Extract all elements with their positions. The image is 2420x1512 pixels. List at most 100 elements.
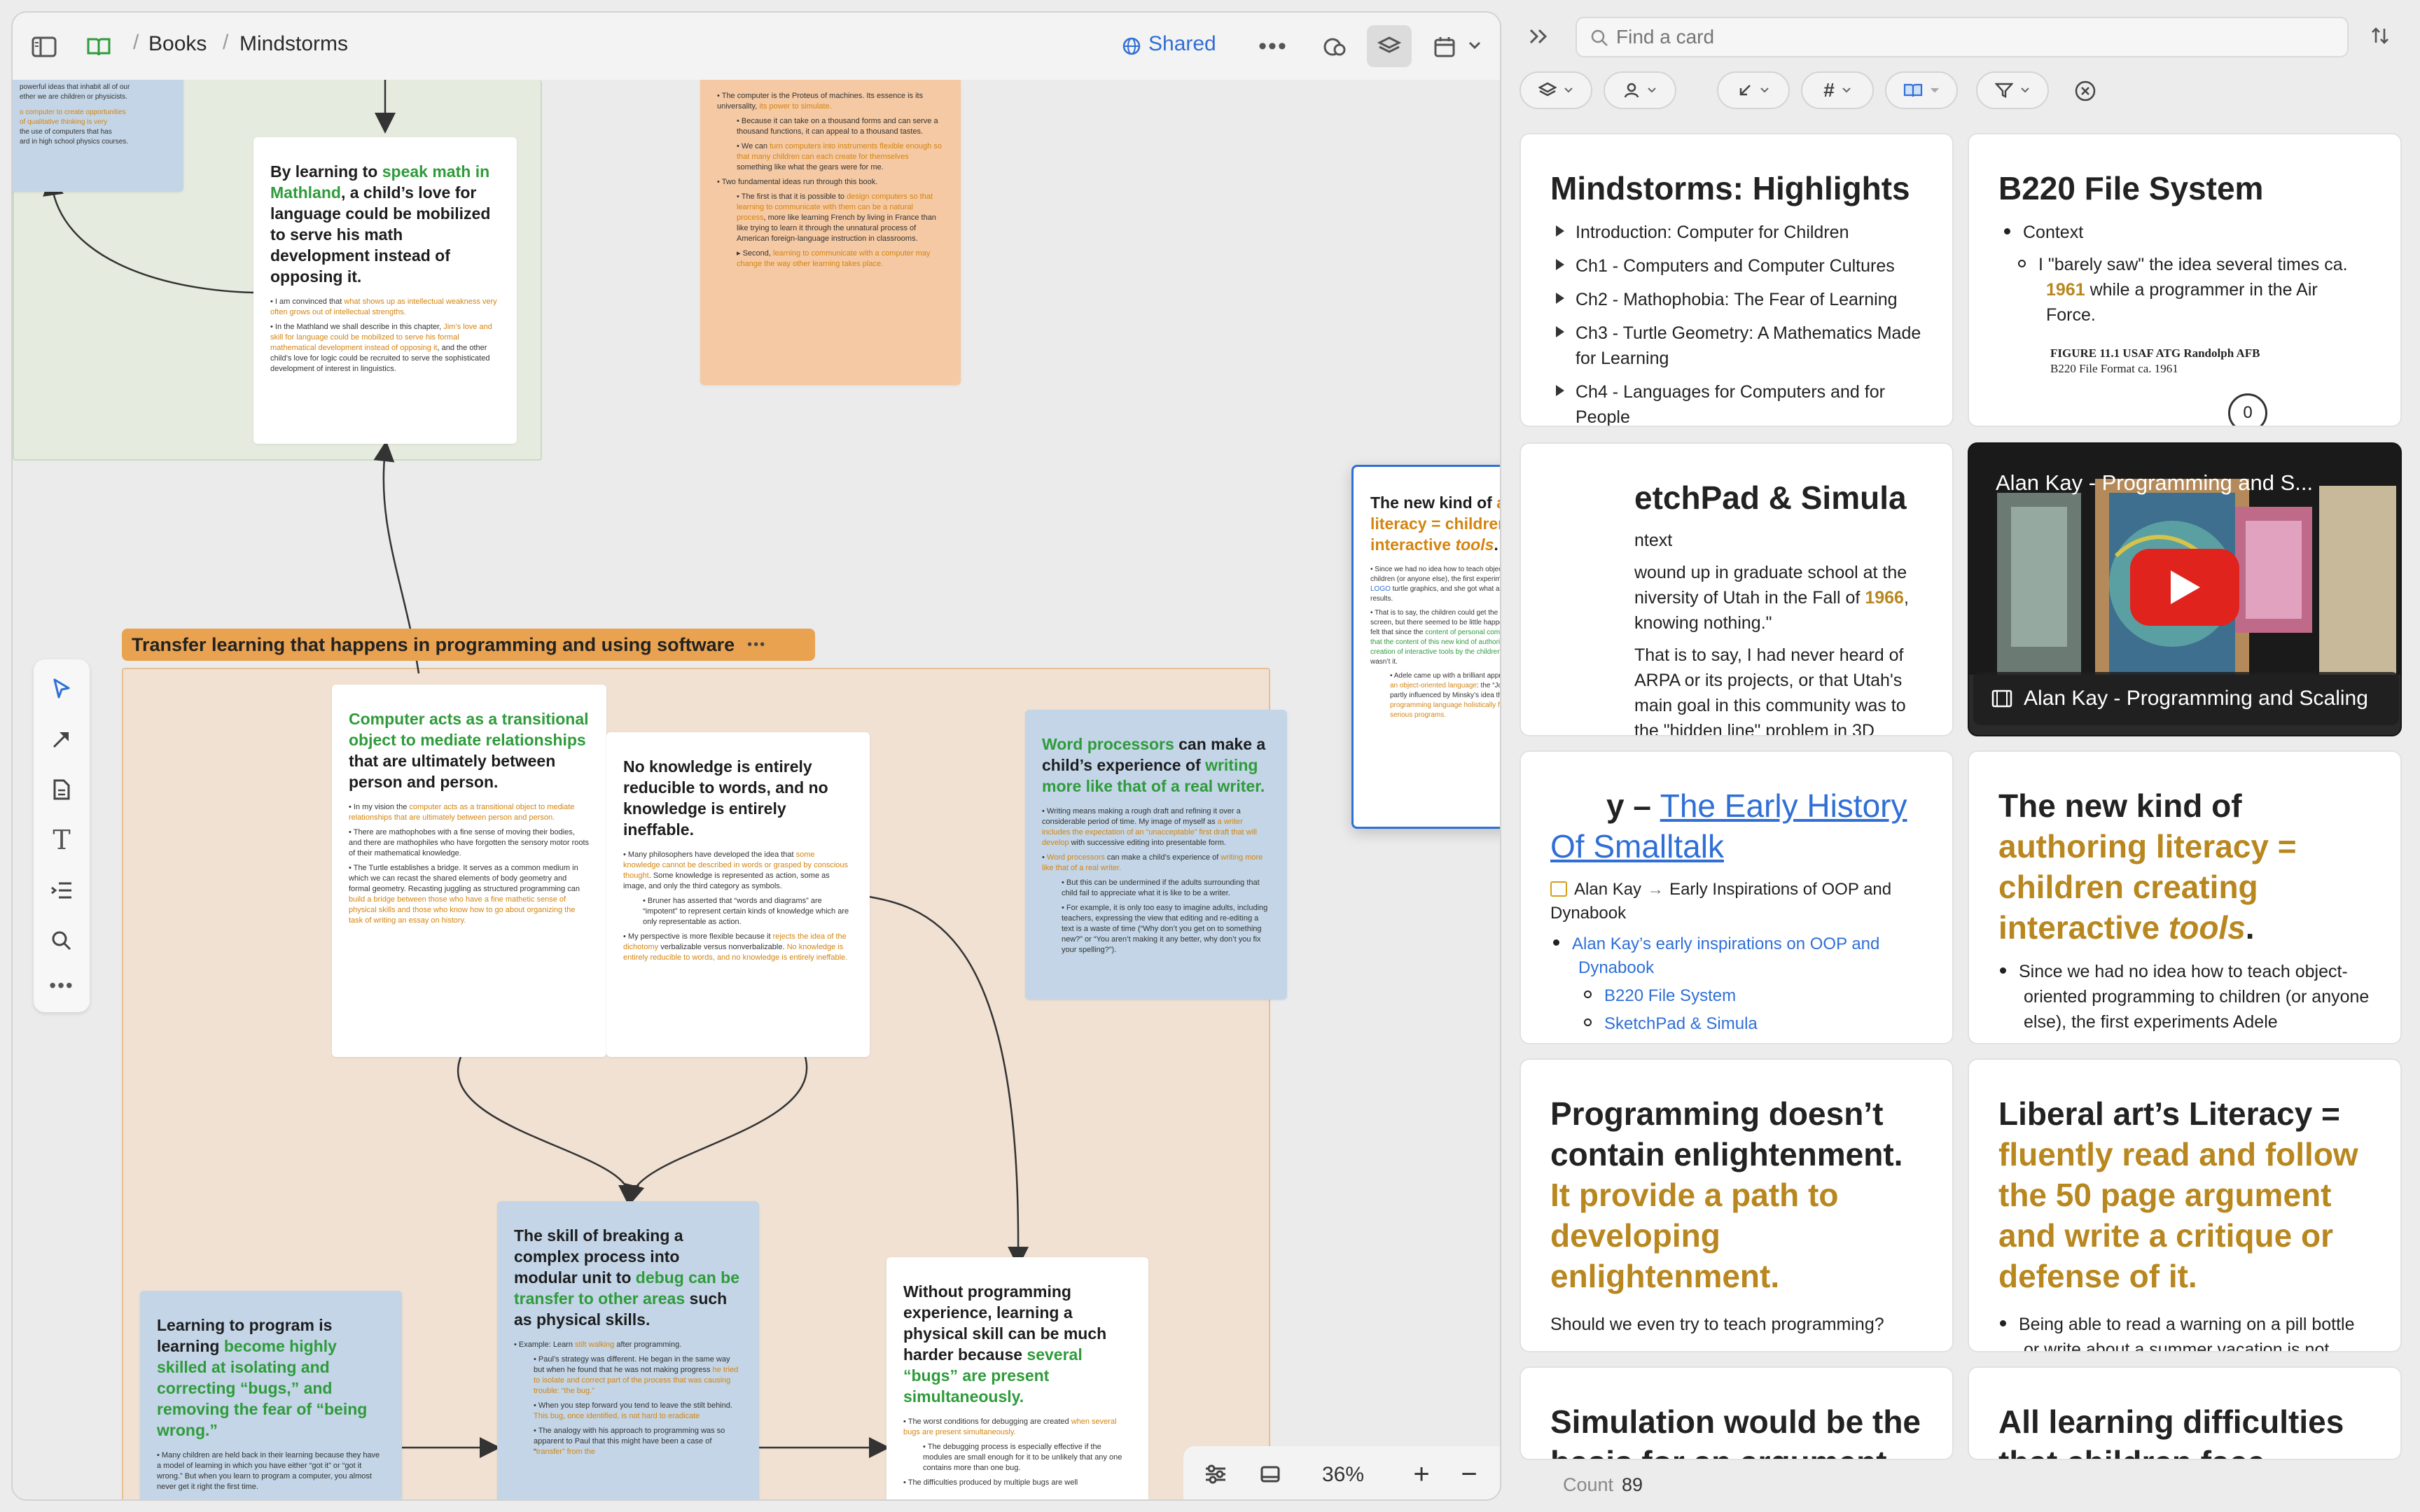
sliders-icon[interactable] xyxy=(1200,1459,1231,1490)
sidebar-toggle-icon[interactable] xyxy=(27,29,62,64)
filter-person-button[interactable] xyxy=(1604,71,1676,109)
card-liberal-arts-literacy[interactable]: Liberal art’s Literacy = fluently read a… xyxy=(1968,1058,2402,1352)
group-label-text: Transfer learning that happens in progra… xyxy=(132,634,735,655)
filter-advanced-button[interactable] xyxy=(1976,71,2049,109)
card-text: the use of computers that has xyxy=(20,128,112,136)
card-title: Mindstorms: Highlights xyxy=(1550,170,1910,206)
card-early-history-smalltalk[interactable]: y – The Early History Of Smalltalk Alan … xyxy=(1520,750,1954,1044)
play-icon[interactable] xyxy=(2130,549,2239,626)
card-title: By learning to speak math in Mathland, a… xyxy=(270,162,491,286)
collapse-panel-icon[interactable] xyxy=(1524,21,1555,52)
canvas[interactable]: powerful ideas that inhabit all of our e… xyxy=(13,80,1500,1499)
search-input[interactable] xyxy=(1616,24,2330,50)
arrow-tool-icon[interactable] xyxy=(34,718,90,760)
breadcrumb-separator: / xyxy=(133,31,139,54)
card-transitional-object[interactable]: Computer acts as a transitional object t… xyxy=(332,685,606,1057)
card-mathland[interactable]: By learning to speak math in Mathland, a… xyxy=(253,137,517,444)
card-body: Being able to read a warning on a pill b… xyxy=(1998,1312,2371,1351)
partial-card-top-left[interactable]: powerful ideas that inhabit all of our e… xyxy=(13,80,183,192)
card-modular-debugging[interactable]: The skill of breaking a complex process … xyxy=(497,1201,759,1499)
count-value: 89 xyxy=(1622,1474,1643,1495)
group-more-icon[interactable]: ••• xyxy=(747,637,766,653)
card-title: The skill of breaking a complex process … xyxy=(514,1226,740,1329)
card-tool-icon[interactable] xyxy=(34,769,90,811)
sort-icon[interactable] xyxy=(2364,20,2396,52)
card-b220-file-system[interactable]: B220 File System Context I "barely saw" … xyxy=(1968,133,2402,427)
toggle-icon[interactable] xyxy=(1556,293,1564,304)
card-body: • Many children are held back in their l… xyxy=(157,1451,380,1491)
card-body: Alan Kay → Early Inspirations of OOP and D… xyxy=(1550,880,1892,1033)
card-video-alan-kay[interactable]: Alan Kay - Programming and S... Alan Kay… xyxy=(1968,442,2402,736)
card-text: o computer to create opportunities xyxy=(20,108,126,116)
filter-tag-button[interactable]: # xyxy=(1801,71,1874,109)
card-title: Computer acts as a transitional object t… xyxy=(349,710,589,791)
card-simulation[interactable]: Simulation would be thebasis for an argu… xyxy=(1520,1366,1954,1460)
filter-book-button[interactable] xyxy=(1885,71,1958,109)
outline-tool-icon[interactable] xyxy=(34,869,90,911)
card-authoring-literacy[interactable]: The new kind of authoring literacy = chi… xyxy=(1968,750,2402,1044)
book-icon[interactable] xyxy=(81,29,116,64)
card-sketchpad-simula[interactable]: etchPad & Simula ntext wound up in gradu… xyxy=(1520,442,1954,736)
card-title: B220 File System xyxy=(1998,170,2264,206)
card-word-processors[interactable]: Word processors can make a child’s exper… xyxy=(1025,710,1287,1000)
breadcrumb-books[interactable]: Books xyxy=(148,32,207,56)
filter-icon xyxy=(1995,83,2013,98)
card-learning-difficulties[interactable]: All learning difficultiesthat children f… xyxy=(1968,1366,2402,1460)
card-title: Word processors can make a child’s exper… xyxy=(1042,735,1266,795)
card-list: Introduction: Computer for Children Ch1 … xyxy=(1550,220,1923,426)
filter-layers-button[interactable] xyxy=(1520,71,1592,109)
count-label: Count xyxy=(1563,1474,1614,1495)
card-body: Should we even try to teach programming? xyxy=(1550,1315,1884,1334)
app-root: / Books / Mindstorms Shared ••• powerful… xyxy=(0,0,2420,1512)
card-text: ether we are children or physicists. xyxy=(20,93,127,101)
more-tools-icon[interactable]: ••• xyxy=(34,965,90,1007)
card-text: ard in high school physics courses. xyxy=(20,138,129,146)
breadcrumb-current[interactable]: Mindstorms xyxy=(239,32,348,56)
card-mindstorms-highlights[interactable]: Mindstorms: Highlights Introduction: Com… xyxy=(1520,133,1954,427)
toggle-icon[interactable] xyxy=(1556,259,1564,270)
card-body: Context I "barely saw" the idea several … xyxy=(1998,220,2371,426)
filter-link-button[interactable] xyxy=(1717,71,1790,109)
card-body: ntext wound up in graduate school at the… xyxy=(1634,531,1909,736)
clear-filters-icon[interactable] xyxy=(2071,77,2099,105)
pointer-tool-icon[interactable] xyxy=(34,668,90,710)
card-no-knowledge[interactable]: No knowledge is entirely reducible to wo… xyxy=(606,732,870,1057)
chevron-down-icon[interactable] xyxy=(1465,35,1484,56)
card-proteus[interactable]: • The computer is the Proteus of machine… xyxy=(700,80,961,385)
card-physical-skill[interactable]: Without programming experience, learning… xyxy=(886,1257,1148,1499)
search-icon xyxy=(1588,27,1611,49)
video-caption: Alan Kay - Programming and Scaling xyxy=(2024,687,2368,710)
toggle-icon[interactable] xyxy=(1556,326,1564,337)
card-programming-enlightenment[interactable]: Programming doesn’t contain enlightenmen… xyxy=(1520,1058,1954,1352)
toggle-icon[interactable] xyxy=(1556,385,1564,396)
text-tool-icon[interactable]: T xyxy=(34,819,90,861)
card-title: Without programming experience, learning… xyxy=(903,1282,1107,1406)
folder-icon xyxy=(1550,881,1567,897)
card-body: Since we had no idea how to teach object… xyxy=(1998,959,2371,1035)
shared-button[interactable]: Shared xyxy=(1148,32,1216,56)
zoom-level: 36% xyxy=(1322,1463,1365,1486)
top-bar: / Books / Mindstorms Shared ••• xyxy=(13,13,1500,80)
toggle-icon[interactable] xyxy=(1556,225,1564,237)
layers-icon[interactable] xyxy=(1367,25,1412,67)
zoom-in-icon[interactable]: + xyxy=(1406,1459,1437,1490)
video-title: Alan Kay - Programming and S... xyxy=(1996,470,2314,495)
card-title: No knowledge is entirely reducible to wo… xyxy=(623,757,828,839)
search-box[interactable] xyxy=(1576,17,2349,57)
search-tool-icon[interactable] xyxy=(34,920,90,962)
group-label[interactable]: Transfer learning that happens in progra… xyxy=(122,629,815,661)
card-text: powerful ideas that inhabit all of our xyxy=(20,83,130,91)
layers-icon xyxy=(1538,82,1557,97)
more-icon[interactable]: ••• xyxy=(1252,31,1294,62)
card-body: • The worst conditions for debugging are… xyxy=(903,1418,1122,1487)
figure-digit: 0 xyxy=(2228,393,2267,426)
chat-icon[interactable] xyxy=(1316,29,1353,66)
card-title: The new kind of authoring literacy = chi… xyxy=(1998,788,2297,946)
card-authoring-literacy-dragging[interactable]: The new kind of authoring literacy = chi… xyxy=(1351,465,1500,829)
hash-icon: # xyxy=(1823,79,1835,101)
calendar-icon[interactable] xyxy=(1427,29,1462,64)
fit-view-icon[interactable] xyxy=(1255,1459,1286,1490)
card-learning-to-program[interactable]: Learning to program is learning become h… xyxy=(140,1291,402,1499)
zoom-out-icon[interactable]: − xyxy=(1454,1459,1484,1490)
globe-icon xyxy=(1119,34,1144,59)
